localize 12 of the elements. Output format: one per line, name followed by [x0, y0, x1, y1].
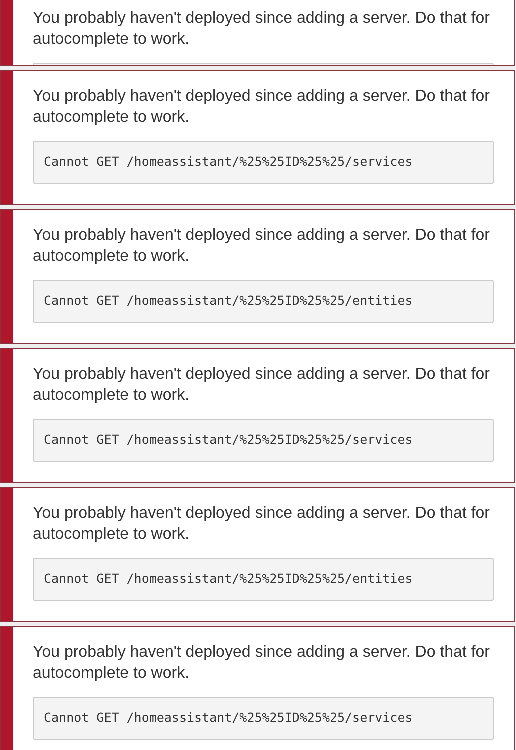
- error-code-block: Cannot GET /homeassistant/%25%25ID%25%25/entities: [33, 558, 494, 601]
- error-code-block: Cannot GET /homeassistant/%25%25ID%25%25/entities: [33, 280, 494, 323]
- error-code-block: Cannot GET /homeassistant/%25%25ID%25%25/services: [33, 141, 494, 184]
- error-code-block: Cannot GET /homeassistant/%25%25ID%25%25/services: [33, 419, 494, 462]
- notification-message: You probably haven't deployed since adding a server. Do that for autocomplete to work.: [33, 226, 491, 267]
- notification-message: You probably haven't deployed since adding a server. Do that for autocomplete to work.: [33, 365, 491, 406]
- error-code-block: Cannot GET /homeassistant/%25%25ID%25%25/services: [33, 697, 494, 740]
- notification-message: You probably haven't deployed since adding a server. Do that for autocomplete to work.: [33, 643, 491, 684]
- notification-message: You probably haven't deployed since adding a server. Do that for autocomplete to work.: [33, 504, 491, 545]
- notification-message: You probably haven't deployed since adding a server. Do that for autocomplete to work.: [33, 9, 491, 50]
- notification-message: You probably haven't deployed since adding a server. Do that for autocomplete to work.: [33, 87, 491, 128]
- error-stripe: [1, 0, 13, 65]
